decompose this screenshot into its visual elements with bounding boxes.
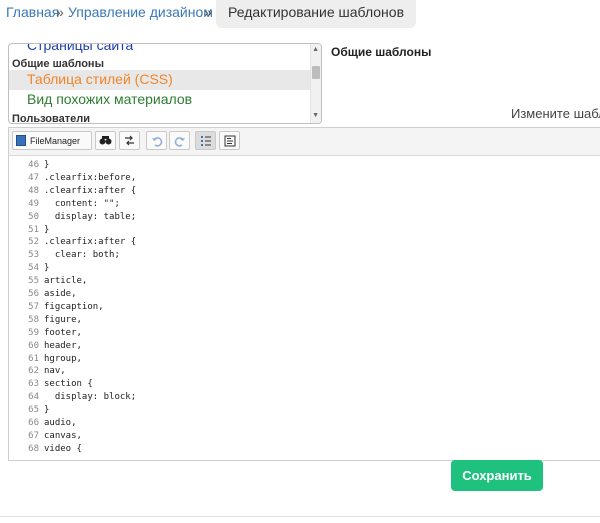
breadcrumb-separator: » (56, 4, 64, 20)
code-text[interactable]: header, (44, 340, 82, 353)
breadcrumb-home-link[interactable]: Главная (6, 4, 59, 20)
line-number: 49 (28, 198, 39, 209)
template-group-users: Пользователи (12, 113, 91, 124)
line-number: 64 (28, 392, 39, 403)
line-number: 54 (28, 263, 39, 274)
code-text[interactable]: clear: both; (44, 249, 120, 262)
line-number: 47 (28, 172, 39, 183)
line-number: 68 (28, 443, 39, 454)
breadcrumb-separator: » (204, 4, 212, 20)
code-text[interactable]: figcaption, (44, 301, 104, 314)
line-number: 55 (28, 276, 39, 287)
line-number: 46 (28, 160, 39, 170)
code-text[interactable]: .clearfix:before, (44, 172, 136, 185)
list-scrollbar[interactable]: ▲ ▼ (310, 44, 321, 123)
code-text[interactable]: article, (44, 275, 87, 288)
preview-button[interactable] (219, 131, 240, 150)
code-text[interactable]: hgroup, (44, 353, 82, 366)
code-text[interactable]: .clearfix:after { (44, 236, 136, 249)
undo-icon (151, 136, 162, 147)
code-text[interactable]: video { (44, 443, 82, 456)
filemanager-label: FileManager (30, 135, 81, 146)
search-button[interactable] (95, 131, 116, 150)
line-number: 56 (28, 289, 39, 299)
scroll-thumb[interactable] (312, 66, 320, 79)
search-icon (99, 136, 112, 145)
line-number: 58 (28, 314, 39, 325)
editor-toolbar: FileManager (9, 128, 600, 156)
line-number: 60 (28, 340, 39, 351)
line-number: 66 (28, 418, 39, 428)
preview-icon (224, 135, 235, 146)
template-item-pages[interactable]: Страницы сайта (27, 44, 311, 53)
template-item-similar[interactable]: Вид похожих материалов (27, 91, 311, 107)
line-number: 48 (28, 185, 39, 196)
template-item-css-label: Таблица стилей (CSS) (27, 71, 173, 87)
line-number: 57 (28, 301, 39, 312)
code-text[interactable]: audio, (44, 417, 77, 430)
code-text[interactable]: } (44, 262, 49, 275)
code-text[interactable]: } (44, 404, 49, 417)
code-editor[interactable]: FileManager 46} 47 .clearfix:before, 48… (8, 127, 600, 461)
code-text[interactable]: footer, (44, 327, 82, 340)
code-text[interactable]: display: table; (44, 211, 136, 224)
change-template-text: Измените шабл (511, 106, 600, 121)
undo-button[interactable] (146, 131, 167, 150)
code-text[interactable]: canvas, (44, 430, 82, 443)
replace-button[interactable] (119, 131, 140, 150)
code-text[interactable]: } (44, 224, 49, 237)
line-number: 63 (28, 379, 39, 390)
code-text[interactable]: section { (44, 378, 93, 391)
replace-icon (125, 135, 134, 146)
line-number: 62 (28, 366, 39, 377)
line-number: 59 (28, 327, 39, 338)
breadcrumb: Главная » Управление дизайном » Редактир… (0, 0, 600, 28)
template-item-css[interactable]: Таблица стилей (CSS) (9, 70, 311, 90)
template-list[interactable]: Страницы сайта Общие шаблоны Таблица сти… (8, 43, 322, 124)
breadcrumb-current: Редактирование шаблонов (216, 0, 417, 28)
line-number: 67 (28, 430, 39, 441)
line-numbers-icon (200, 135, 211, 146)
line-number: 50 (28, 211, 39, 222)
line-number: 52 (28, 237, 39, 248)
scroll-up-icon[interactable]: ▲ (312, 46, 319, 53)
code-text[interactable]: .clearfix:after { (44, 185, 136, 198)
line-number: 65 (28, 405, 39, 416)
code-text[interactable]: content: ""; (44, 198, 120, 211)
line-numbers-button[interactable] (195, 131, 216, 150)
code-text[interactable]: display: block; (44, 391, 136, 404)
code-text[interactable]: aside, (44, 288, 77, 301)
filemanager-icon (16, 135, 26, 146)
bottom-divider (0, 516, 600, 517)
filemanager-button[interactable]: FileManager (12, 131, 92, 150)
scroll-down-icon[interactable]: ▼ (312, 112, 319, 119)
line-number: 61 (28, 353, 39, 364)
redo-button[interactable] (169, 131, 190, 150)
line-number: 53 (28, 250, 39, 261)
code-text[interactable]: figure, (44, 314, 82, 327)
breadcrumb-design-link[interactable]: Управление дизайном (68, 4, 213, 20)
section-title: Общие шаблоны (331, 45, 432, 59)
line-number: 51 (28, 224, 39, 235)
code-text[interactable]: } (44, 159, 49, 172)
code-text[interactable]: nav, (44, 365, 66, 378)
save-button[interactable]: Сохранить (451, 460, 543, 491)
template-group-general: Общие шаблоны (12, 58, 104, 70)
redo-icon (174, 136, 185, 147)
